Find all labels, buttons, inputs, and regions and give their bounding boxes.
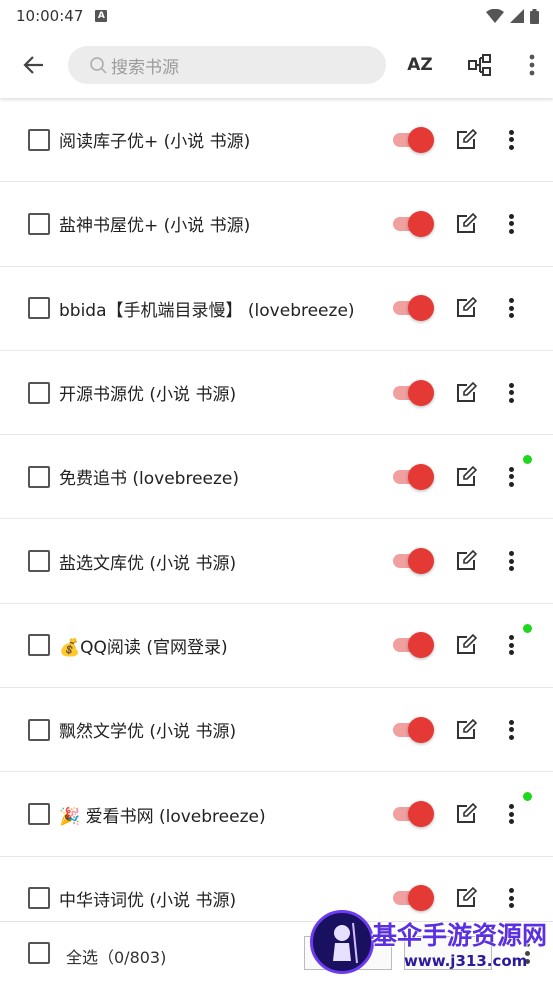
source-name: bbida【手机端目录慢】 (lovebreeze) <box>59 300 355 321</box>
row-more-icon[interactable] <box>500 634 522 656</box>
row-checkbox[interactable] <box>28 803 50 826</box>
enable-switch[interactable] <box>393 548 434 575</box>
edit-icon[interactable] <box>455 550 477 572</box>
select-all-label[interactable]: 全选（0/803) <box>66 944 166 968</box>
row-more-icon[interactable] <box>500 887 522 909</box>
source-name: 阅读库子优+ (小说 书源) <box>59 132 251 153</box>
source-name: 免费追书 (lovebreeze) <box>59 469 240 490</box>
enable-switch[interactable] <box>393 632 434 659</box>
battery-icon <box>530 8 539 24</box>
switch-thumb <box>408 548 434 575</box>
row-more-icon[interactable] <box>500 719 522 741</box>
search-input[interactable]: 搜索书源 <box>111 53 179 78</box>
group-button[interactable] <box>460 45 500 85</box>
update-dot <box>523 623 532 633</box>
edit-icon[interactable] <box>455 718 477 741</box>
search-box[interactable]: 搜索书源 <box>68 46 386 84</box>
row-more-icon[interactable] <box>500 382 522 404</box>
enable-switch[interactable] <box>393 801 434 828</box>
row-checkbox[interactable] <box>28 128 50 151</box>
status-bar: 10:00:47 A <box>0 0 553 32</box>
source-name: 🎉 爱看书网 (lovebreeze) <box>59 806 266 827</box>
enable-switch[interactable] <box>393 379 434 406</box>
switch-thumb <box>408 379 434 406</box>
enable-switch[interactable] <box>393 295 434 322</box>
edit-icon[interactable] <box>455 128 477 151</box>
update-dot <box>523 455 532 465</box>
row-checkbox[interactable] <box>28 381 50 404</box>
row-checkbox[interactable] <box>28 887 50 910</box>
notification-a-icon: A <box>95 10 108 22</box>
row-checkbox[interactable] <box>28 297 50 320</box>
switch-thumb <box>408 632 434 659</box>
status-icons <box>486 8 539 24</box>
update-dot <box>523 792 532 802</box>
edit-icon[interactable] <box>455 803 477 825</box>
status-time: 10:00:47 <box>16 7 84 25</box>
watermark: 基伞手游资源网 www.j313.com <box>308 908 553 980</box>
more-vert-icon <box>529 54 535 76</box>
overflow-menu-button[interactable] <box>512 45 552 85</box>
row-checkbox[interactable] <box>28 718 50 741</box>
source-name: 中华诗词优 (小说 书源) <box>59 890 237 911</box>
switch-thumb <box>408 801 434 828</box>
watermark-url: www.j313.com <box>404 952 528 970</box>
select-all-checkbox[interactable] <box>28 942 50 964</box>
row-more-icon[interactable] <box>500 129 522 151</box>
row-more-icon[interactable] <box>500 213 522 235</box>
arrow-left-icon <box>23 56 43 74</box>
source-name: 盐神书屋优+ (小说 书源) <box>59 216 251 237</box>
switch-thumb <box>408 210 434 237</box>
switch-thumb <box>408 295 434 322</box>
row-checkbox[interactable] <box>28 465 50 488</box>
row-more-icon[interactable] <box>500 550 522 572</box>
edit-icon[interactable] <box>455 381 477 404</box>
list-item[interactable]: 💰QQ阅读 (官网登录) <box>0 604 553 689</box>
signal-icon <box>510 9 524 23</box>
list-item[interactable]: 盐选文库优 (小说 书源) <box>0 519 553 604</box>
source-name: 飘然文学优 (小说 书源) <box>59 722 237 743</box>
list-item[interactable]: 免费追书 (lovebreeze) <box>0 435 553 520</box>
edit-icon[interactable] <box>455 634 477 656</box>
watermark-logo <box>310 910 374 974</box>
sort-button[interactable]: AZ <box>400 45 440 85</box>
switch-thumb <box>408 126 434 153</box>
source-name: 开源书源优 (小说 书源) <box>59 385 237 406</box>
list-item[interactable]: 飘然文学优 (小说 书源) <box>0 688 553 773</box>
edit-icon[interactable] <box>455 465 477 488</box>
source-name: 盐选文库优 (小说 书源) <box>59 553 237 574</box>
back-button[interactable] <box>14 45 54 85</box>
switch-thumb <box>408 716 434 743</box>
list-item[interactable]: 盐神书屋优+ (小说 书源) <box>0 182 553 267</box>
enable-switch[interactable] <box>393 126 434 153</box>
edit-icon[interactable] <box>455 887 477 909</box>
list-item[interactable]: 开源书源优 (小说 书源) <box>0 351 553 436</box>
row-checkbox[interactable] <box>28 212 50 235</box>
list-item[interactable]: 阅读库子优+ (小说 书源) <box>0 98 553 183</box>
enable-switch[interactable] <box>393 716 434 743</box>
row-more-icon[interactable] <box>500 466 522 488</box>
group-icon <box>468 54 491 76</box>
list-item[interactable]: bbida【手机端目录慢】 (lovebreeze) <box>0 267 553 351</box>
switch-thumb <box>408 463 434 490</box>
enable-switch[interactable] <box>393 210 434 237</box>
row-checkbox[interactable] <box>28 550 50 573</box>
row-more-icon[interactable] <box>500 297 522 319</box>
row-checkbox[interactable] <box>28 634 50 657</box>
wifi-icon <box>486 9 504 23</box>
enable-switch[interactable] <box>393 463 434 490</box>
sort-az-icon: AZ <box>407 55 433 75</box>
source-list: 阅读库子优+ (小说 书源) 盐神书屋优+ (小说 书源) bbida【手机端目… <box>0 98 553 941</box>
list-item[interactable]: 🎉 爱看书网 (lovebreeze) <box>0 772 553 857</box>
source-name: 💰QQ阅读 (官网登录) <box>59 637 228 658</box>
watermark-title: 基伞手游资源网 <box>372 921 548 950</box>
row-more-icon[interactable] <box>500 803 522 825</box>
edit-icon[interactable] <box>455 297 477 319</box>
ninja-figure-icon <box>333 922 358 964</box>
search-icon <box>90 56 107 74</box>
edit-icon[interactable] <box>455 212 477 235</box>
top-toolbar: 搜索书源 AZ <box>0 32 553 98</box>
